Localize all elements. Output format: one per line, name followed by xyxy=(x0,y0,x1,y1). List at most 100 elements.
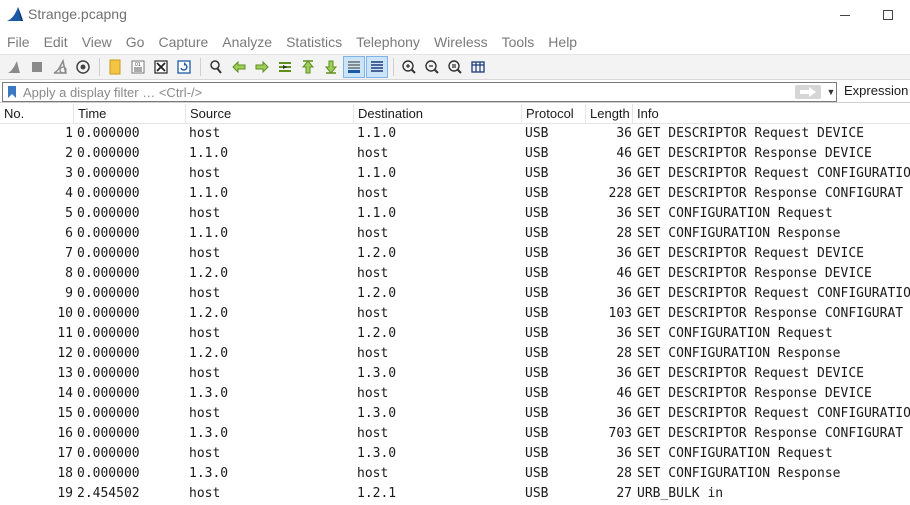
packet-time: 0.000000 xyxy=(77,266,140,281)
packet-length: 36 xyxy=(616,246,632,261)
packet-info: GET DESCRIPTOR Request CONFIGURATIO xyxy=(637,166,910,181)
menu-wireless[interactable]: Wireless xyxy=(427,31,495,53)
table-row[interactable]: 10 0.000000 1.2.0 host USB 103 GET DESCRIPTOR … xyxy=(0,304,910,324)
table-row[interactable]: 2 0.000000 1.1.0 host USB 46 GET DESCRIPTOR Re… xyxy=(0,144,910,164)
zoom-out-button[interactable] xyxy=(421,56,443,78)
packet-length: 27 xyxy=(616,486,632,501)
menu-view[interactable]: View xyxy=(75,31,119,53)
go-back-button[interactable] xyxy=(228,56,250,78)
table-row[interactable]: 15 0.000000 host 1.3.0 USB 36 GET DESCRIPTOR R… xyxy=(0,404,910,424)
stop-capture-button[interactable] xyxy=(26,56,48,78)
packet-info: GET DESCRIPTOR Response DEVICE xyxy=(637,266,872,281)
menu-capture[interactable]: Capture xyxy=(151,31,215,53)
go-forward-button[interactable] xyxy=(251,56,273,78)
packet-number: 13 xyxy=(57,366,73,381)
display-filter-input[interactable] xyxy=(23,83,783,101)
table-row[interactable]: 12 0.000000 1.2.0 host USB 28 SET CONFIGURATIO… xyxy=(0,344,910,364)
first-packet-button[interactable] xyxy=(297,56,319,78)
find-packet-icon xyxy=(210,60,222,74)
packet-number: 16 xyxy=(57,426,73,441)
packet-source: host xyxy=(189,486,221,501)
packet-source: 1.2.0 xyxy=(189,266,229,281)
resize-columns-button[interactable] xyxy=(467,56,489,78)
table-row[interactable]: 5 0.000000 host 1.1.0 USB 36 SET CONFIGURATION… xyxy=(0,204,910,224)
packet-destination: 1.2.1 xyxy=(357,486,397,501)
packet-number: 4 xyxy=(65,186,73,201)
column-header-length[interactable]: Length xyxy=(586,104,633,124)
expression-button[interactable]: Expression xyxy=(844,83,908,98)
packet-protocol: USB xyxy=(525,346,549,361)
table-row[interactable]: 1 0.000000 host 1.1.0 USB 36 GET DESCRIPTOR Re… xyxy=(0,124,910,144)
column-header-destination[interactable]: Destination xyxy=(354,104,522,124)
menu-telephony[interactable]: Telephony xyxy=(349,31,427,53)
colorize-button[interactable] xyxy=(366,56,388,78)
packet-destination: host xyxy=(357,146,389,161)
column-header-time[interactable]: Time xyxy=(74,104,186,124)
table-row[interactable]: 3 0.000000 host 1.1.0 USB 36 GET DESCRIPTOR Re… xyxy=(0,164,910,184)
go-to-packet-button[interactable] xyxy=(274,56,296,78)
packet-protocol: USB xyxy=(525,326,549,341)
packet-length: 36 xyxy=(616,366,632,381)
capture-options-button[interactable] xyxy=(72,56,94,78)
packet-length: 28 xyxy=(616,226,632,241)
restart-capture-button[interactable] xyxy=(49,56,71,78)
minimize-icon xyxy=(840,14,850,16)
last-packet-button[interactable] xyxy=(320,56,342,78)
zoom-in-button[interactable] xyxy=(398,56,420,78)
packet-source: host xyxy=(189,246,221,261)
column-header-info[interactable]: Info xyxy=(633,104,910,124)
menu-tools[interactable]: Tools xyxy=(495,31,542,53)
main-toolbar: 01 xyxy=(0,54,910,80)
column-header-protocol[interactable]: Protocol xyxy=(522,104,586,124)
packet-protocol: USB xyxy=(525,386,549,401)
table-row[interactable]: 16 0.000000 1.3.0 host USB 703 GET DESCRIPTOR … xyxy=(0,424,910,444)
column-header-source[interactable]: Source xyxy=(186,104,354,124)
table-row[interactable]: 13 0.000000 host 1.3.0 USB 36 GET DESCRIPTOR R… xyxy=(0,364,910,384)
packet-number: 19 xyxy=(57,486,73,501)
menu-go[interactable]: Go xyxy=(119,31,152,53)
open-file-button[interactable] xyxy=(104,56,126,78)
zoom-normal-button[interactable] xyxy=(444,56,466,78)
menu-help[interactable]: Help xyxy=(541,31,584,53)
column-header-no[interactable]: No. xyxy=(0,104,74,124)
minimize-button[interactable] xyxy=(828,2,862,26)
save-file-button[interactable]: 01 xyxy=(127,56,149,78)
packet-time: 0.000000 xyxy=(77,166,140,181)
packet-length: 28 xyxy=(616,466,632,481)
table-row[interactable]: 11 0.000000 host 1.2.0 USB 36 SET CONFIGURATIO… xyxy=(0,324,910,344)
close-file-button[interactable] xyxy=(150,56,172,78)
menu-edit[interactable]: Edit xyxy=(37,31,75,53)
menu-file[interactable]: File xyxy=(0,31,37,53)
table-row[interactable]: 9 0.000000 host 1.2.0 USB 36 GET DESCRIPTOR Re… xyxy=(0,284,910,304)
table-row[interactable]: 14 0.000000 1.3.0 host USB 46 GET DESCRIPTOR R… xyxy=(0,384,910,404)
autoscroll-button[interactable] xyxy=(343,56,365,78)
bookmark-icon[interactable] xyxy=(7,85,17,99)
packet-source: host xyxy=(189,166,221,181)
maximize-button[interactable] xyxy=(871,2,905,26)
table-row[interactable]: 4 0.000000 1.1.0 host USB 228 GET DESCRIPTOR R… xyxy=(0,184,910,204)
packet-list-header: No. Time Source Destination Protocol Len… xyxy=(0,104,910,124)
find-packet-button[interactable] xyxy=(205,56,227,78)
packet-protocol: USB xyxy=(525,486,549,501)
packet-protocol: USB xyxy=(525,286,549,301)
packet-length: 46 xyxy=(616,386,632,401)
menu-statistics[interactable]: Statistics xyxy=(279,31,349,53)
table-row[interactable]: 8 0.000000 1.2.0 host USB 46 GET DESCRIPTOR Re… xyxy=(0,264,910,284)
packet-info: GET DESCRIPTOR Response CONFIGURAT xyxy=(637,306,904,321)
table-row[interactable]: 7 0.000000 host 1.2.0 USB 36 GET DESCRIPTOR Re… xyxy=(0,244,910,264)
start-capture-button[interactable] xyxy=(3,56,25,78)
table-row[interactable]: 19 2.454502 host 1.2.1 USB 27 URB_BULK in xyxy=(0,484,910,504)
filter-history-dropdown-icon[interactable]: ▼ xyxy=(825,85,837,99)
menu-analyze[interactable]: Analyze xyxy=(215,31,279,53)
packet-number: 14 xyxy=(57,386,73,401)
packet-source: 1.2.0 xyxy=(189,346,229,361)
table-row[interactable]: 18 0.000000 1.3.0 host USB 28 SET CONFIGURATIO… xyxy=(0,464,910,484)
packet-number: 12 xyxy=(57,346,73,361)
reload-file-icon xyxy=(177,60,191,74)
packet-protocol: USB xyxy=(525,466,549,481)
table-row[interactable]: 6 0.000000 1.1.0 host USB 28 SET CONFIGURATION… xyxy=(0,224,910,244)
table-row[interactable]: 17 0.000000 host 1.3.0 USB 36 SET CONFIGURATIO… xyxy=(0,444,910,464)
apply-filter-arrow-icon[interactable] xyxy=(795,85,821,99)
close-file-icon xyxy=(154,60,168,74)
reload-file-button[interactable] xyxy=(173,56,195,78)
